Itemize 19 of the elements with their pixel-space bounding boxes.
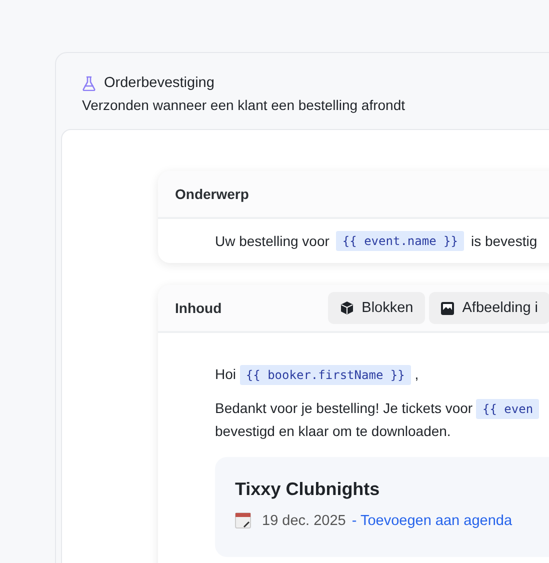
message-paragraph: Bedankt voor je bestelling! Je tickets voor {{ even bevestigd en klaar om te downloaden. bbox=[215, 397, 549, 442]
template-variable: {{ booker.firstName }} bbox=[240, 365, 411, 385]
message-paragraph: Hoi {{ booker.firstName }} , bbox=[215, 363, 549, 386]
event-date: 19 dec. 2025 bbox=[262, 512, 346, 528]
insert-image-button[interactable]: Afbeelding i bbox=[429, 292, 549, 324]
template-variable: {{ event.name }} bbox=[336, 231, 464, 251]
subject-line[interactable]: Uw bestelling voor {{ event.name }} is bevestig bbox=[158, 219, 549, 263]
flask-icon bbox=[82, 76, 96, 90]
template-description: Verzonden wanneer een klant een bestelling afrondt bbox=[82, 97, 406, 113]
image-icon bbox=[441, 302, 454, 314]
blocks-button[interactable]: Blokken bbox=[328, 292, 426, 324]
template-variable: {{ even bbox=[476, 399, 540, 419]
content-label: Inhoud bbox=[175, 300, 222, 316]
subject-label: Onderwerp bbox=[175, 186, 249, 202]
calendar-icon bbox=[235, 512, 252, 529]
cube-icon bbox=[340, 301, 354, 315]
event-name: Tixxy Clubnights bbox=[235, 479, 381, 500]
template-title: Orderbevestiging bbox=[104, 75, 214, 91]
add-to-calendar-link[interactable]: - Toevoegen aan agenda bbox=[352, 512, 512, 528]
